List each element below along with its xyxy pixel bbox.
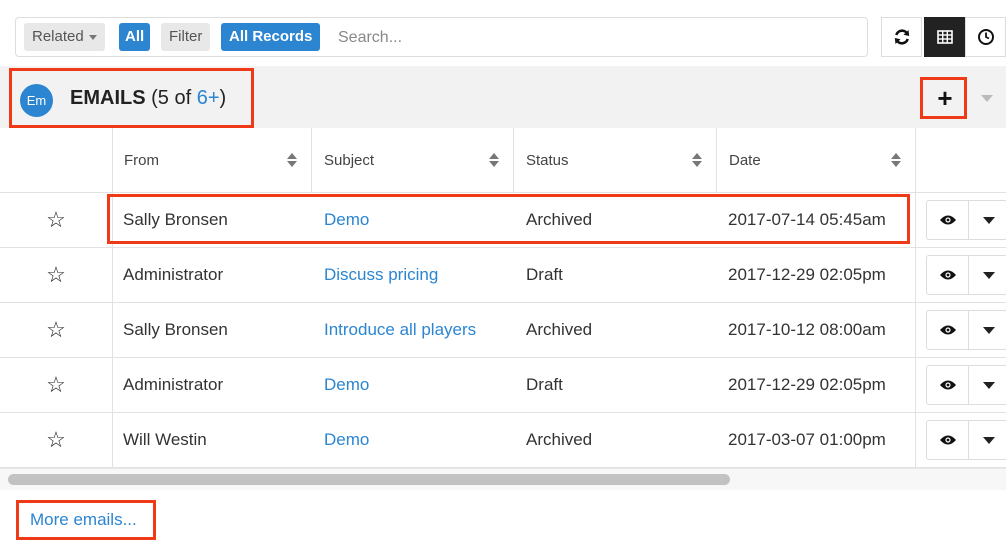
- activity-stream-button[interactable]: [965, 17, 1006, 57]
- date-cell: 2017-12-29 02:05pm: [728, 375, 886, 394]
- column-header-from[interactable]: From: [112, 128, 311, 192]
- preview-button[interactable]: [927, 366, 969, 404]
- table-row[interactable]: ☆ Sally Bronsen Demo Archived 2017-07-14…: [0, 193, 1006, 248]
- refresh-button[interactable]: [881, 17, 922, 57]
- chevron-down-icon[interactable]: [983, 217, 995, 224]
- eye-icon: [939, 435, 956, 445]
- star-outline-icon[interactable]: ☆: [0, 248, 112, 302]
- eye-icon: [939, 270, 956, 280]
- subject-link[interactable]: Discuss pricing: [324, 248, 438, 302]
- date-cell: 2017-03-07 01:00pm: [728, 430, 886, 449]
- scrollbar-thumb[interactable]: [8, 474, 730, 485]
- column-header-status[interactable]: Status: [513, 128, 716, 192]
- from-cell: Administrator: [123, 375, 224, 394]
- count-prefix: (5 of: [145, 87, 197, 109]
- sort-icon: [891, 153, 901, 167]
- star-outline-icon[interactable]: ☆: [0, 193, 112, 247]
- status-cell: Archived: [526, 320, 593, 339]
- chevron-down-icon[interactable]: [983, 327, 995, 334]
- filter-pill[interactable]: All Records: [221, 23, 321, 51]
- column-label: Status: [526, 151, 569, 169]
- preview-button[interactable]: [927, 311, 969, 349]
- sort-icon: [287, 153, 297, 167]
- column-label: Date: [729, 151, 761, 169]
- related-module-pill[interactable]: All: [119, 23, 151, 51]
- star-outline-icon[interactable]: ☆: [0, 303, 112, 357]
- chevron-down-icon[interactable]: [983, 382, 995, 389]
- subject-link[interactable]: Introduce all players: [324, 303, 476, 357]
- preview-button[interactable]: [927, 201, 969, 239]
- table-row[interactable]: ☆ Will Westin Demo Archived 2017-03-07 0…: [0, 413, 1006, 468]
- star-outline-icon[interactable]: ☆: [0, 413, 112, 467]
- column-label: From: [124, 151, 159, 169]
- related-dropdown[interactable]: Related: [24, 23, 105, 51]
- subpanel-title[interactable]: EMAILS (5 of 6+): [70, 87, 226, 110]
- row-actions: [926, 365, 1006, 405]
- filter-label[interactable]: Filter: [161, 23, 211, 51]
- subpanel-title-text: EMAILS: [70, 87, 146, 109]
- filter-bar: Related All Filter All Records: [15, 17, 868, 57]
- refresh-icon: [894, 29, 909, 45]
- status-cell: Draft: [526, 265, 563, 284]
- status-cell: Archived: [526, 430, 593, 449]
- date-cell: 2017-10-12 08:00am: [728, 320, 886, 339]
- search-input[interactable]: [338, 26, 838, 50]
- more-emails-link[interactable]: More emails...: [30, 510, 137, 530]
- from-cell: Sally Bronsen: [123, 320, 228, 339]
- module-avatar: Em: [20, 84, 53, 117]
- chevron-down-icon[interactable]: [983, 272, 995, 279]
- table-row[interactable]: ☆ Sally Bronsen Introduce all players Ar…: [0, 303, 1006, 358]
- column-label: Subject: [324, 151, 375, 169]
- row-actions: [926, 420, 1006, 460]
- column-header-date[interactable]: Date: [716, 128, 915, 192]
- sort-icon: [489, 153, 499, 167]
- star-outline-icon[interactable]: ☆: [0, 358, 112, 412]
- clock-icon: [977, 29, 994, 45]
- preview-button[interactable]: [927, 421, 969, 459]
- plus-icon: +: [937, 83, 953, 113]
- eye-icon: [939, 215, 956, 225]
- row-actions: [926, 255, 1006, 295]
- preview-button[interactable]: [927, 256, 969, 294]
- count-more-link[interactable]: 6+: [197, 87, 220, 109]
- sort-icon: [692, 153, 702, 167]
- related-label: Related: [32, 28, 84, 45]
- date-cell: 2017-12-29 02:05pm: [728, 265, 886, 284]
- table-header-row: From Subject Status Date: [0, 128, 1006, 193]
- chevron-down-icon: [981, 94, 993, 102]
- create-email-button[interactable]: +: [925, 80, 965, 116]
- eye-icon: [939, 380, 956, 390]
- subject-link[interactable]: Demo: [324, 193, 369, 247]
- chevron-down-icon: [88, 34, 97, 40]
- column-header-subject[interactable]: Subject: [311, 128, 513, 192]
- date-cell: 2017-07-14 05:45am: [728, 210, 886, 229]
- subpanel-actions-dropdown[interactable]: [972, 80, 1002, 116]
- table-view-icon: [936, 30, 953, 44]
- status-cell: Archived: [526, 210, 593, 229]
- from-cell: Sally Bronsen: [123, 210, 228, 229]
- chevron-down-icon[interactable]: [983, 437, 995, 444]
- eye-icon: [939, 325, 956, 335]
- from-cell: Will Westin: [123, 430, 207, 449]
- list-view-button[interactable]: [924, 17, 965, 57]
- row-actions: [926, 200, 1006, 240]
- from-cell: Administrator: [123, 265, 224, 284]
- table-row[interactable]: ☆ Administrator Demo Draft 2017-12-29 02…: [0, 358, 1006, 413]
- count-suffix: ): [219, 87, 227, 109]
- subject-link[interactable]: Demo: [324, 358, 369, 412]
- row-actions: [926, 310, 1006, 350]
- filter-toolbar: Related All Filter All Records: [0, 0, 1006, 66]
- table-row[interactable]: ☆ Administrator Discuss pricing Draft 20…: [0, 248, 1006, 303]
- status-cell: Draft: [526, 375, 563, 394]
- subject-link[interactable]: Demo: [324, 413, 369, 467]
